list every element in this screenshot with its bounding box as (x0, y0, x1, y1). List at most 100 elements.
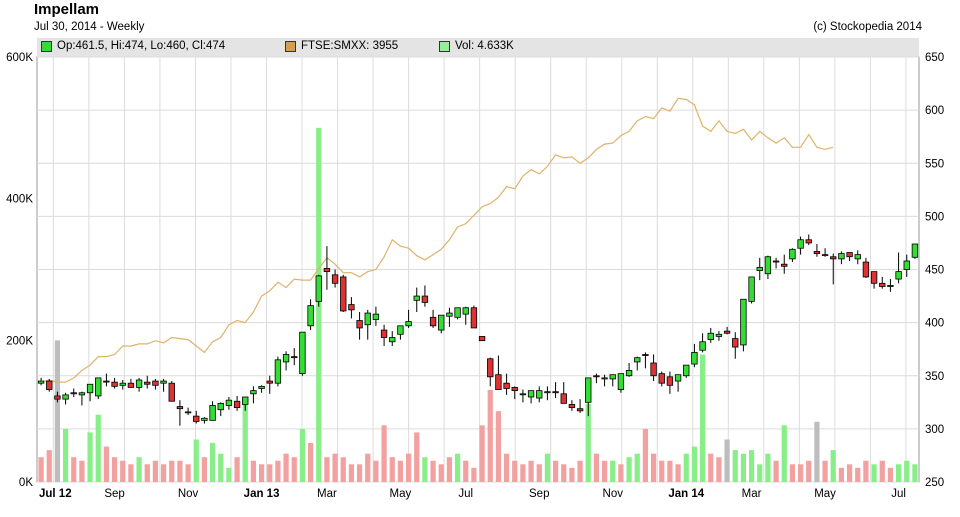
volume-bar (740, 453, 747, 482)
volume-bar (275, 460, 281, 482)
volume-bar (54, 340, 61, 482)
volume-bar (454, 453, 461, 482)
x-tick-label: Mar (742, 488, 762, 500)
price-tick-label: 250 (925, 477, 944, 489)
candle-body (470, 307, 478, 329)
volume-bar (144, 464, 150, 482)
volume-bar (267, 464, 273, 482)
volume-tick-label: 0K (19, 477, 33, 489)
candle-body (184, 411, 192, 414)
candle-body (879, 282, 886, 287)
volume-bar (291, 457, 297, 482)
x-tick-label: Sep (104, 488, 124, 500)
x-tick-label: Nov (603, 488, 624, 500)
volume-bar (373, 460, 379, 482)
candle-body (487, 358, 494, 378)
candle-body (658, 373, 665, 384)
volume-bar (299, 428, 306, 482)
candle-body (111, 381, 118, 387)
volume-bar (561, 464, 567, 482)
x-tick-label: Jul (891, 488, 906, 500)
volume-bar (136, 457, 142, 482)
volume-bar (618, 464, 624, 482)
candle-body (536, 390, 543, 399)
volume-bar (806, 460, 812, 482)
candle-body (911, 243, 919, 258)
volume-bar (218, 453, 224, 482)
candle-body (634, 357, 641, 363)
volume-bar (169, 460, 175, 482)
candle-body (127, 382, 135, 388)
volume-tick-label: 200K (6, 335, 33, 347)
volume-bar (904, 460, 910, 482)
price-tick-label: 500 (925, 211, 944, 223)
volume-bar (512, 460, 518, 482)
volume-bar (765, 453, 771, 482)
x-tick-label: Mar (317, 488, 337, 500)
candle-body (242, 396, 249, 405)
candle-body (70, 392, 77, 395)
candle-body (895, 271, 902, 280)
x-tick-label: Jan 14 (668, 488, 704, 500)
candle-body (846, 252, 853, 258)
candle-body (282, 354, 290, 363)
candle-body (585, 377, 592, 403)
volume-bar (724, 439, 730, 482)
volume-bar (789, 464, 796, 482)
volume-bar (797, 464, 804, 482)
volume-bar (830, 450, 836, 482)
volume-bar (667, 460, 673, 482)
candle-body (364, 312, 371, 326)
volume-bar (71, 457, 77, 482)
price-tick-label: 600 (925, 105, 944, 117)
candle-body (135, 379, 143, 388)
volume-bar (495, 411, 502, 482)
volume-bar (120, 460, 126, 482)
candle-body (503, 382, 510, 389)
candle-body (560, 393, 567, 404)
candle-body (478, 336, 486, 342)
volume-bar (389, 457, 395, 482)
candle-body (258, 385, 265, 389)
candle-body (544, 391, 551, 394)
volume-bar (871, 464, 877, 482)
candle-body (356, 320, 363, 329)
candle-body (176, 406, 184, 410)
candle-body (380, 329, 388, 338)
volume-bar (610, 460, 616, 482)
candle-body (340, 276, 347, 312)
candle-body (103, 380, 110, 383)
candle-body (307, 305, 314, 327)
candle-body (576, 408, 584, 412)
candle-body (527, 390, 535, 398)
candle-body (429, 316, 437, 327)
volume-bar (536, 464, 542, 482)
candle-body (642, 354, 649, 356)
volume-bar (552, 460, 559, 482)
volume-bar (438, 464, 444, 482)
price-tick-label: 300 (925, 424, 944, 436)
candle-body (266, 380, 273, 384)
volume-bar (46, 450, 52, 482)
volume-bar (193, 439, 199, 482)
volume-bar (838, 467, 845, 482)
candle-body (601, 377, 608, 380)
candle-body (552, 391, 559, 394)
candle-body (331, 274, 339, 284)
volume-bar (528, 460, 534, 482)
volume-bar (846, 464, 853, 482)
candle-body (830, 256, 837, 260)
price-chart: 250 300 350 400 450 500 550 600 650 0K 200K 400K 600… (6, 52, 944, 500)
candle-body (78, 392, 86, 396)
volume-bar (307, 443, 314, 482)
candle-body (625, 370, 633, 377)
candle-body (95, 377, 102, 397)
volume-bar (895, 464, 902, 482)
volume-bar (201, 457, 208, 482)
volume-bar (152, 460, 159, 482)
candle-body (666, 376, 674, 386)
candle-body (805, 239, 812, 244)
candle-body (446, 312, 453, 317)
x-tick-label: Jan 13 (244, 488, 280, 500)
volume-tick-label: 400K (6, 194, 33, 206)
